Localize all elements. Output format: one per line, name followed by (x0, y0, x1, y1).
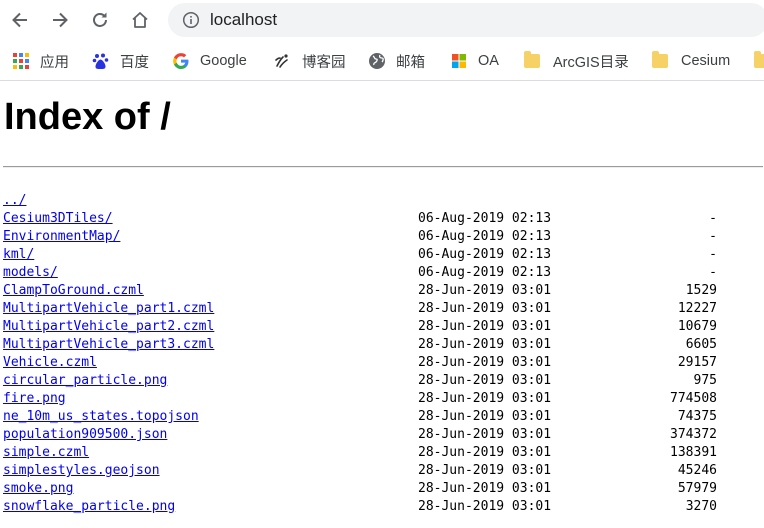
modified-date: 06-Aug-2019 02:13 (418, 211, 552, 226)
file-size: 6605 (685, 337, 717, 352)
bookmark-mail[interactable]: 邮箱 (368, 50, 425, 72)
bookmarks-bar: 应用 百度 Google 博客园 邮箱 OA ArcGIS目录 Cesium (0, 42, 764, 81)
cnblogs-icon (275, 54, 288, 68)
modified-date: 28-Jun-2019 03:01 (418, 409, 552, 424)
modified-date: 28-Jun-2019 03:01 (418, 319, 552, 334)
modified-date: 28-Jun-2019 03:01 (418, 481, 552, 496)
file-size: - (709, 247, 717, 262)
file-link[interactable]: ../ (3, 192, 26, 210)
file-link[interactable]: circular_particle.png (3, 372, 167, 390)
bookmark-cnblogs[interactable]: 博客园 (274, 50, 346, 72)
modified-date: 28-Jun-2019 03:01 (418, 283, 552, 298)
bookmark-label: 应用 (40, 54, 69, 71)
folder-icon (652, 51, 668, 68)
bookmark-apps[interactable]: 应用 (12, 50, 69, 72)
file-size: 975 (693, 373, 717, 388)
file-size: - (709, 229, 717, 244)
file-link[interactable]: Cesium3DTiles/ (3, 210, 113, 228)
folder-icon (754, 51, 764, 68)
bookmark-label: Cesium (681, 53, 731, 69)
bookmark-label: 邮箱 (396, 54, 425, 71)
bookmark-label: OA (478, 53, 499, 69)
bookmark-oa[interactable]: OA (450, 50, 499, 72)
file-size: 3270 (685, 499, 717, 514)
file-link[interactable]: MultipartVehicle_part2.czml (3, 318, 214, 336)
modified-date: 28-Jun-2019 03:01 (418, 427, 552, 442)
arrow-left-icon (12, 12, 27, 28)
modified-date: 28-Jun-2019 03:01 (418, 373, 552, 388)
home-button[interactable] (126, 6, 154, 34)
file-size: 138391 (670, 445, 717, 460)
file-size: 774508 (670, 391, 717, 406)
file-link[interactable]: EnvironmentMap/ (3, 228, 120, 246)
back-button[interactable] (6, 6, 34, 34)
bookmark-label: 博客园 (302, 54, 346, 71)
file-size: 29157 (677, 355, 717, 370)
modified-date: 28-Jun-2019 03:01 (418, 301, 552, 316)
bookmark-label: ArcGIS目录 (553, 54, 629, 71)
reload-icon (93, 12, 107, 27)
file-link[interactable]: fire.png (3, 390, 66, 408)
file-size: 374372 (670, 427, 717, 442)
bookmark-label: Google (200, 53, 247, 69)
file-link[interactable]: kml/ (3, 246, 34, 264)
url-text[interactable]: localhost (210, 10, 277, 30)
modified-date: 28-Jun-2019 03:01 (418, 337, 552, 352)
file-size: 1529 (685, 283, 717, 298)
bookmark-google[interactable]: Google (172, 50, 247, 72)
globe-icon (369, 53, 385, 69)
file-size: - (709, 265, 717, 280)
address-bar[interactable]: localhost (168, 3, 764, 37)
arrow-right-icon (53, 12, 68, 28)
bookmark-arcgis-folder[interactable]: ArcGIS目录 (524, 50, 629, 72)
modified-date: 06-Aug-2019 02:13 (418, 247, 552, 262)
folder-icon (524, 51, 540, 68)
file-size: - (709, 211, 717, 226)
file-size: 45246 (677, 463, 717, 478)
file-link[interactable]: smoke.png (3, 480, 73, 498)
file-link[interactable]: simple.czml (3, 444, 89, 462)
modified-date: 28-Jun-2019 03:01 (418, 355, 552, 370)
file-link[interactable]: ne_10m_us_states.topojson (3, 408, 199, 426)
info-icon[interactable] (182, 11, 200, 29)
file-size: 74375 (677, 409, 717, 424)
baidu-paw-icon (92, 53, 109, 69)
bookmark-label: 百度 (120, 54, 149, 71)
file-size: 10679 (677, 319, 717, 334)
file-link[interactable]: simplestyles.geojson (3, 462, 160, 480)
forward-button[interactable] (46, 6, 74, 34)
bookmark-baidu[interactable]: 百度 (92, 50, 149, 72)
home-icon (132, 12, 148, 28)
bookmark-overflow-folder[interactable] (754, 50, 764, 72)
file-link[interactable]: models/ (3, 264, 58, 282)
bookmark-cesium-folder[interactable]: Cesium (652, 50, 730, 72)
apps-grid-icon (13, 53, 29, 69)
file-link[interactable]: Vehicle.czml (3, 354, 97, 372)
file-link[interactable]: snowflake_particle.png (3, 498, 175, 516)
google-g-icon (173, 53, 189, 69)
modified-date: 28-Jun-2019 03:01 (418, 445, 552, 460)
reload-button[interactable] (86, 6, 114, 34)
file-link[interactable]: MultipartVehicle_part3.czml (3, 336, 214, 354)
modified-date: 06-Aug-2019 02:13 (418, 229, 552, 244)
page-title: Index of / (4, 96, 171, 138)
modified-date: 28-Jun-2019 03:01 (418, 463, 552, 478)
file-link[interactable]: MultipartVehicle_part1.czml (3, 300, 214, 318)
windows-logo-icon (452, 54, 466, 68)
browser-toolbar: localhost (0, 0, 764, 40)
file-link[interactable]: population909500.json (3, 426, 167, 444)
modified-date: 06-Aug-2019 02:13 (418, 265, 552, 280)
file-size: 12227 (677, 301, 717, 316)
file-size: 57979 (677, 481, 717, 496)
modified-date: 28-Jun-2019 03:01 (418, 499, 552, 514)
file-link[interactable]: ClampToGround.czml (3, 282, 144, 300)
modified-date: 28-Jun-2019 03:01 (418, 391, 552, 406)
divider (3, 166, 763, 168)
